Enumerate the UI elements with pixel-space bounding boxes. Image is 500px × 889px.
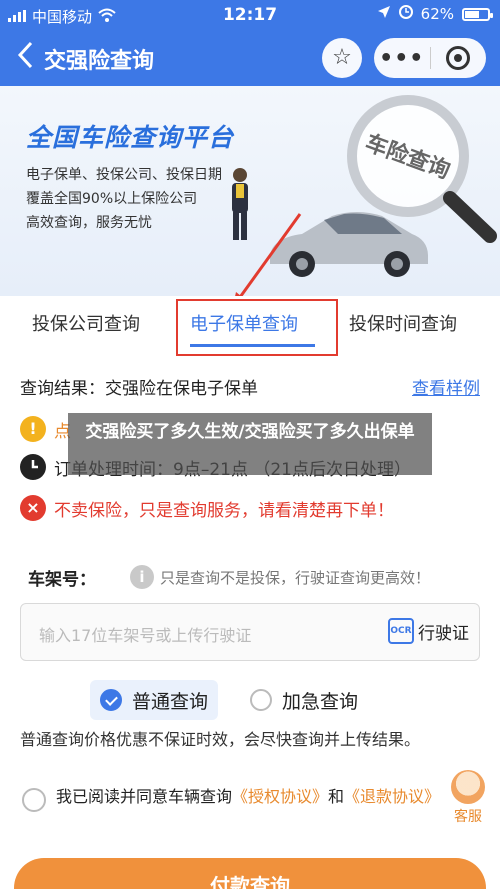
pay-query-button[interactable]: 付款查询 (14, 858, 486, 889)
vin-placeholder: 输入17位车架号或上传行驶证 (39, 626, 252, 645)
result-row: 查询结果：交强险在保电子保单 查看样例 (20, 374, 480, 399)
warning-icon: ! (20, 416, 46, 442)
view-sample-link[interactable]: 查看样例 (412, 374, 480, 399)
vin-label: 车架号： (28, 570, 96, 590)
customer-service-label: 客服 (454, 809, 482, 825)
customer-service-button[interactable]: 客服 (446, 770, 490, 826)
ocr-scan-icon: OCR (388, 618, 414, 644)
agreement-checkbox[interactable] (22, 788, 46, 812)
agreement-text: 我已阅读并同意车辆查询《授权协议》和《退款协议》 (56, 784, 440, 812)
notice-warning: ! 点 (20, 416, 71, 442)
vin-hint-text: 只是查询不是投保，行驶证查询更高效！ (160, 568, 431, 587)
agreement-row: 我已阅读并同意车辆查询《授权协议》和《退款协议》 (22, 784, 462, 812)
notice-disclaimer-text: 不卖保险，只是查询服务，请看清楚再下单！ (54, 500, 394, 521)
clock-icon (20, 454, 46, 480)
notice-disclaimer: × 不卖保险，只是查询服务，请看清楚再下单！ (20, 495, 394, 521)
vin-hint: i 只是查询不是投保，行驶证查询更高效！ (130, 565, 430, 589)
result-label: 查询结果：交强险在保电子保单 (20, 379, 258, 399)
radio-checked-icon (100, 689, 122, 711)
tab-insurer-query[interactable]: 投保公司查询 (32, 310, 140, 336)
refund-agreement-link[interactable]: 《退款协议》 (344, 787, 440, 806)
annotation-highlight-box (176, 299, 338, 356)
radio-urgent-label: 加急查询 (282, 690, 359, 713)
query-description: 普通查询价格优惠不保证时效，会尽快查询并上传结果。 (20, 730, 421, 749)
query-tabs: 投保公司查询 电子保单查询 投保时间查询 (0, 296, 500, 360)
vin-card: 车架号： i 只是查询不是投保，行驶证查询更高效！ 输入17位车架号或上传行驶证… (20, 545, 480, 663)
article-title-overlay: 交强险买了多久生效/交强险买了多久出保单 (68, 413, 432, 475)
query-type-selector: 普通查询 加急查询 (90, 680, 368, 720)
tab-date-query[interactable]: 投保时间查询 (349, 310, 457, 336)
auth-agreement-link[interactable]: 《授权协议》 (232, 787, 328, 806)
annotation-arrow (232, 213, 302, 310)
radio-unchecked-icon (250, 689, 273, 711)
radio-normal-query[interactable]: 普通查询 (90, 680, 219, 720)
radio-normal-label: 普通查询 (132, 690, 209, 713)
vin-input[interactable]: 输入17位车架号或上传行驶证 OCR 行驶证 (20, 603, 480, 661)
ocr-upload-button[interactable]: OCR 行驶证 (388, 618, 469, 644)
agreement-prefix: 我已阅读并同意车辆查询 (56, 787, 233, 806)
agreement-and: 和 (328, 787, 345, 806)
ocr-label: 行驶证 (418, 623, 469, 644)
error-x-icon: × (20, 495, 46, 521)
customer-service-icon (451, 770, 485, 804)
info-icon: i (130, 565, 154, 589)
radio-urgent-query[interactable]: 加急查询 (240, 680, 368, 720)
